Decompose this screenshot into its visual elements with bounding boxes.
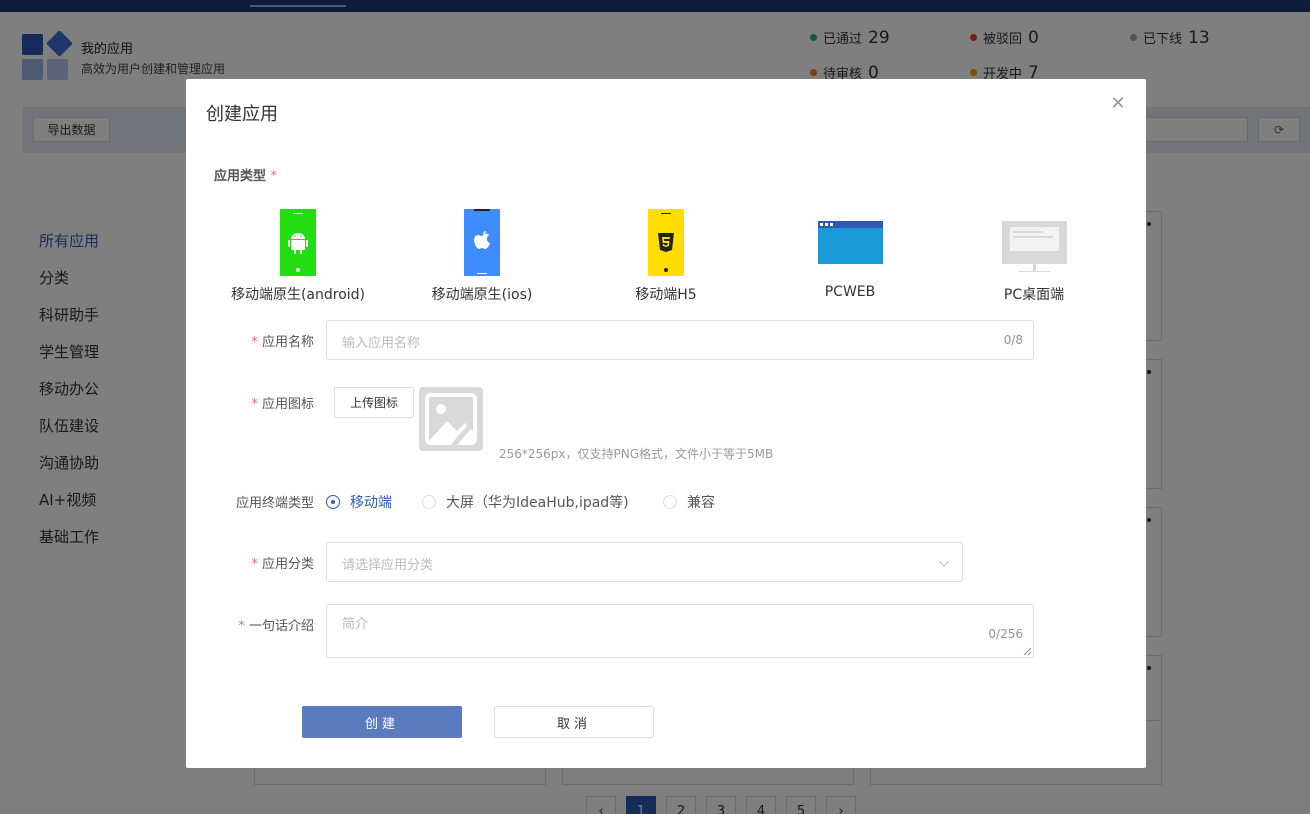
type-label-pcweb: PCWEB [824,284,876,300]
close-icon[interactable]: ✕ [1110,95,1126,113]
radio-checked-icon [326,495,340,509]
radio-unchecked-icon [663,495,677,509]
category-placeholder: 请选择应用分类 [342,558,434,573]
create-app-dialog: 创建应用 ✕ 应用类型 * 移动端原生(android) 移动端原生(ios) … [186,79,1146,768]
app-name-input[interactable]: 输入应用名称 0/8 [326,320,1034,360]
type-label-h5: 移动端H5 [635,287,697,303]
terminal-type-label: 应用终端类型 [235,496,314,511]
app-type-label: 应用类型 * [214,169,278,184]
intro-textarea[interactable]: 简介 0/256 [326,604,1034,658]
terminal-radio-large-screen[interactable]: 大屏（华为IdeaHub,ipad等) [422,492,629,512]
desktop-monitor-icon [1002,221,1067,273]
radio-label: 大屏（华为IdeaHub,ipad等) [446,495,629,511]
radio-label: 兼容 [687,495,715,511]
type-label-android: 移动端原生(android) [230,287,366,303]
app-icon-label: * 应用图标 [251,397,314,412]
chevron-down-icon [938,560,950,567]
type-label-ios: 移动端原生(ios) [431,287,533,303]
upload-icon-button[interactable]: 上传图标 [334,387,414,418]
browser-window-icon [818,221,883,264]
html5-icon [648,209,684,276]
intro-char-count: 0/256 [988,627,1023,641]
type-label-desktop: PC桌面端 [1003,287,1065,303]
create-button[interactable]: 创建 [302,706,462,738]
dialog-title: 创建应用 [206,104,278,125]
radio-label: 移动端 [350,495,392,511]
resize-handle-icon[interactable] [1022,646,1032,656]
intro-label: * 一句话介绍 [238,619,314,634]
category-select[interactable]: 请选择应用分类 [326,542,963,582]
radio-unchecked-icon [422,495,436,509]
intro-placeholder: 简介 [342,617,369,632]
cancel-button[interactable]: 取消 [494,706,654,738]
image-placeholder-icon [419,387,483,451]
app-name-char-count: 0/8 [1003,333,1023,347]
icon-requirement-hint: 256*256px，仅支持PNG格式，文件小于等于5MB [499,447,774,461]
app-name-placeholder: 输入应用名称 [342,336,421,351]
category-label: * 应用分类 [251,557,314,572]
app-name-label: * 应用名称 [251,335,314,350]
apple-icon [464,209,500,276]
terminal-radio-mobile[interactable]: 移动端 [326,492,392,512]
android-icon [280,209,316,276]
terminal-radio-compatible[interactable]: 兼容 [663,492,715,512]
